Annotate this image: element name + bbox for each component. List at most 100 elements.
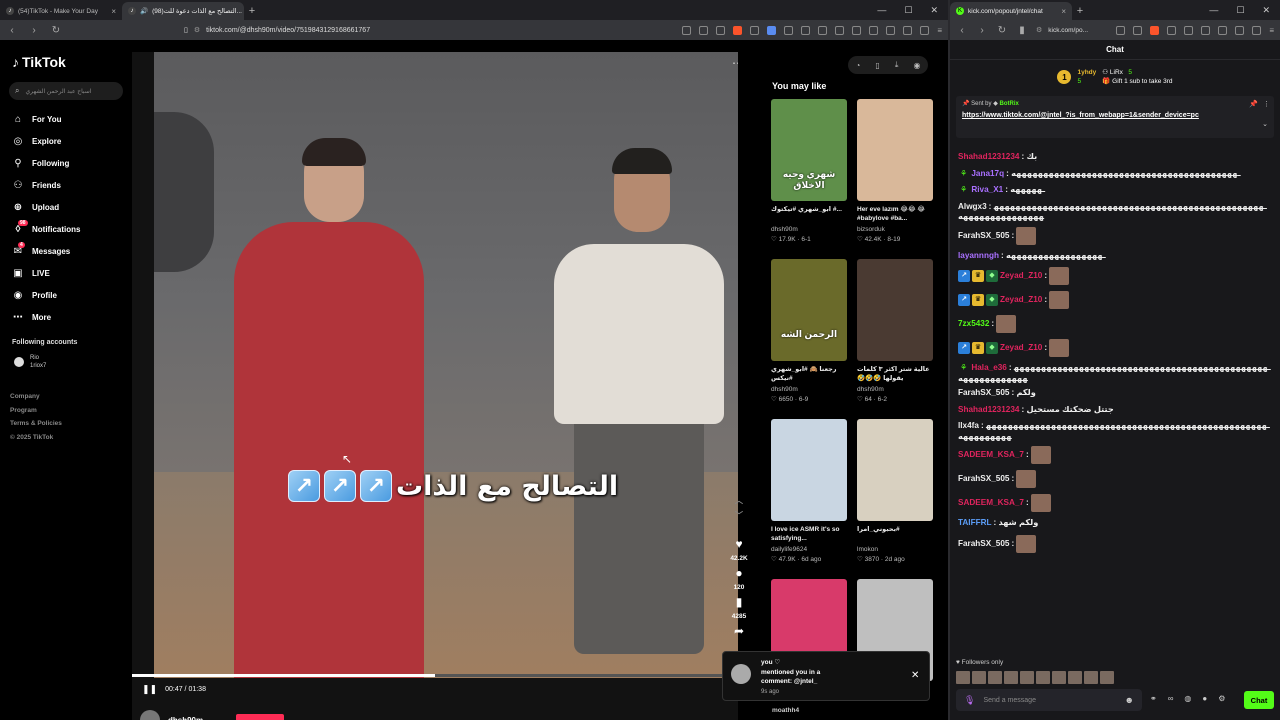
new-tab-button[interactable]: + (244, 2, 260, 20)
send-chat-button[interactable]: Chat (1244, 691, 1274, 709)
forward-icon[interactable]: › (28, 25, 40, 36)
back-icon[interactable]: ‹ (956, 25, 968, 36)
emote[interactable] (1068, 671, 1082, 684)
footer-company-link[interactable]: Company (10, 390, 62, 404)
heart-icon[interactable]: ♥ (735, 537, 742, 551)
share-icon[interactable] (1133, 25, 1143, 35)
extension-icon[interactable] (767, 25, 777, 35)
emote[interactable] (1020, 671, 1034, 684)
recommendation-author[interactable]: dhsh90m (771, 226, 847, 233)
video-player[interactable]: ↗ ↗ ↗ التصالح مع الذات ↖ ⋯ ❚❚ 00:47 / 01… (132, 52, 738, 720)
speaker-icon[interactable]: 🔊 (140, 7, 148, 15)
recommendation-thumbnail[interactable] (857, 419, 933, 521)
recommendation-title[interactable]: Her eve lazım 😂😂 😂 #babylove #ba... (857, 205, 933, 224)
emote[interactable] (956, 671, 970, 684)
following-account[interactable]: Rio 1riox7 (14, 354, 46, 370)
pinned-message[interactable]: 📌 Sent by ◆ BotRix https://www.tiktok.co… (956, 96, 1274, 138)
extension-icon[interactable] (801, 25, 811, 35)
nav-for-you[interactable]: ⌂ For You (12, 108, 132, 130)
share-icon[interactable]: ➦ (734, 624, 744, 638)
emote[interactable] (988, 671, 1002, 684)
chat-input[interactable]: 🎙 Send a message ☻ (956, 689, 1142, 711)
recommendation-thumbnail[interactable]: الرحمن الشه (771, 259, 847, 361)
emote[interactable] (1049, 291, 1070, 309)
recommendation-title[interactable]: ابو_شهري #تيكتوك #... (771, 205, 847, 224)
footer-terms-link[interactable]: Terms & Policies (10, 417, 62, 431)
recommendation-card[interactable]: عالية شتر اكثر ٣ كلمات يقولها 🤣🤣🤣 ابو_شه… (857, 259, 933, 419)
back-icon[interactable]: ‹ (6, 25, 18, 36)
search-input[interactable]: ⌕ اسباح عبد الرحمن الشهري (9, 82, 123, 100)
extension-icon[interactable] (1218, 25, 1228, 35)
gift-leaderboard[interactable]: 1 1yhdy 5 ⚇ LiRx 5 🎁 Gift 1 sub to take … (950, 60, 1280, 94)
recommendation-card[interactable]: I love ice ASMR it's so satisfying... dai… (771, 419, 847, 579)
chat-username[interactable]: Shahad1231234 (958, 405, 1019, 414)
recommendation-thumbnail[interactable] (857, 99, 933, 201)
emote[interactable] (1016, 470, 1037, 488)
tab-tiktok-home[interactable]: ♪ (54)TikTok - Make Your Day × (0, 2, 122, 20)
url-field[interactable]: ▯ ⚙ tiktok.com/@dhsh90m/video/7519843129… (184, 22, 614, 38)
nav-more[interactable]: ⋯ More (12, 306, 132, 328)
site-info-icon[interactable]: ⚙ (1036, 26, 1042, 34)
emote[interactable] (1016, 534, 1037, 553)
close-tab-icon[interactable]: × (1061, 7, 1066, 16)
emote[interactable] (1031, 494, 1051, 512)
minimize-icon[interactable]: — (1209, 5, 1218, 15)
extension-icon[interactable] (699, 25, 709, 35)
recommendation-author[interactable]: lmokon (857, 546, 933, 553)
recommendation-card[interactable]: Her eve lazım 😂😂 😂 #babylove #ba... bizso… (857, 99, 933, 259)
chevron-up-icon[interactable]: ︿ (735, 495, 743, 506)
tab-kick-chat[interactable]: K kick.com/popout/jntel/chat × (950, 2, 1072, 20)
emote[interactable] (1052, 671, 1066, 684)
close-window-icon[interactable]: ✕ (930, 5, 938, 16)
extension-icon[interactable] (1235, 25, 1245, 35)
url-field[interactable]: ⚙ kick.com/po... (1036, 22, 1096, 38)
chat-username[interactable]: Alwgx3 (958, 202, 987, 211)
extension-icon[interactable] (682, 25, 692, 35)
extension-icon[interactable] (852, 25, 862, 35)
menu-icon[interactable]: ≡ (937, 26, 942, 35)
emote[interactable] (1036, 671, 1050, 684)
maximize-icon[interactable]: ☐ (1236, 5, 1244, 16)
chat-username[interactable]: 7zx5432 (958, 319, 989, 328)
link-icon[interactable]: ∞ (1168, 694, 1174, 703)
video-progress-bar[interactable] (132, 674, 738, 677)
chat-username[interactable]: Zeyad_Z10 (1000, 271, 1042, 280)
follow-button[interactable] (236, 714, 284, 720)
recommendation-author[interactable]: dhsh90m (857, 386, 933, 393)
pinned-link[interactable]: https://www.tiktok.com/@jntel_?is_from_w… (962, 112, 1268, 119)
kick-emotes-icon[interactable]: ⚭ (1150, 694, 1157, 703)
nav-explore[interactable]: ◎ Explore (12, 130, 132, 152)
extension-icon[interactable] (784, 25, 794, 35)
chat-username[interactable]: Shahad1231234 (958, 152, 1019, 161)
bookmark-icon[interactable]: ▮ (1016, 25, 1028, 36)
chat-username[interactable]: Zeyad_Z10 (1000, 295, 1042, 304)
chat-username[interactable]: SADEEM_KSA_7 (958, 498, 1024, 507)
chat-username[interactable]: FarahSX_505 (958, 474, 1009, 483)
recommendation-thumbnail[interactable] (771, 419, 847, 521)
emote[interactable] (1016, 226, 1037, 245)
extension-icon[interactable] (920, 25, 930, 35)
video-author[interactable]: dhsh90m (140, 710, 203, 720)
recommendation-card[interactable]: الرحمن الشه رجعنا 🙈 #ابو_شهري #نيكس #عبدا… (771, 259, 847, 419)
brave-shields-icon[interactable] (733, 25, 743, 35)
extension-icon[interactable] (886, 25, 896, 35)
recommendation-title[interactable]: I love ice ASMR it's so satisfying... (771, 525, 847, 544)
extension-icon[interactable] (1184, 25, 1194, 35)
video-frame[interactable]: ↗ ↗ ↗ التصالح مع الذات ↖ (154, 52, 738, 678)
emote[interactable] (1100, 671, 1114, 684)
speed-icon[interactable]: ◔ (856, 61, 861, 70)
footer-program-link[interactable]: Program (10, 404, 62, 418)
recommendation-author[interactable]: dhsh90m (771, 386, 847, 393)
mention-notification[interactable]: you ♡ mentioned you in a comment: @jntel… (722, 651, 930, 701)
emote[interactable] (972, 671, 986, 684)
chat-username[interactable]: TAIFFRL (958, 518, 992, 527)
chat-username[interactable]: Hala_e36 (971, 363, 1007, 372)
recommendation-card[interactable]: شهري وحيه الاخلاق ابو_شهري #تيكتوك #... dh… (771, 99, 847, 259)
recommendation-author[interactable]: bizsorduk (857, 226, 933, 233)
close-icon[interactable]: ✕ (911, 670, 919, 681)
nav-upload[interactable]: ⊕ Upload (12, 196, 132, 218)
tab-tiktok-video[interactable]: ♪ 🔊 (98)التصالح مع الذات دعوة للت... × (122, 2, 244, 20)
shield-icon[interactable] (903, 25, 913, 35)
chat-username[interactable]: FarahSX_505 (958, 539, 1009, 548)
nav-messages[interactable]: ✉ 4 Messages (12, 240, 132, 262)
